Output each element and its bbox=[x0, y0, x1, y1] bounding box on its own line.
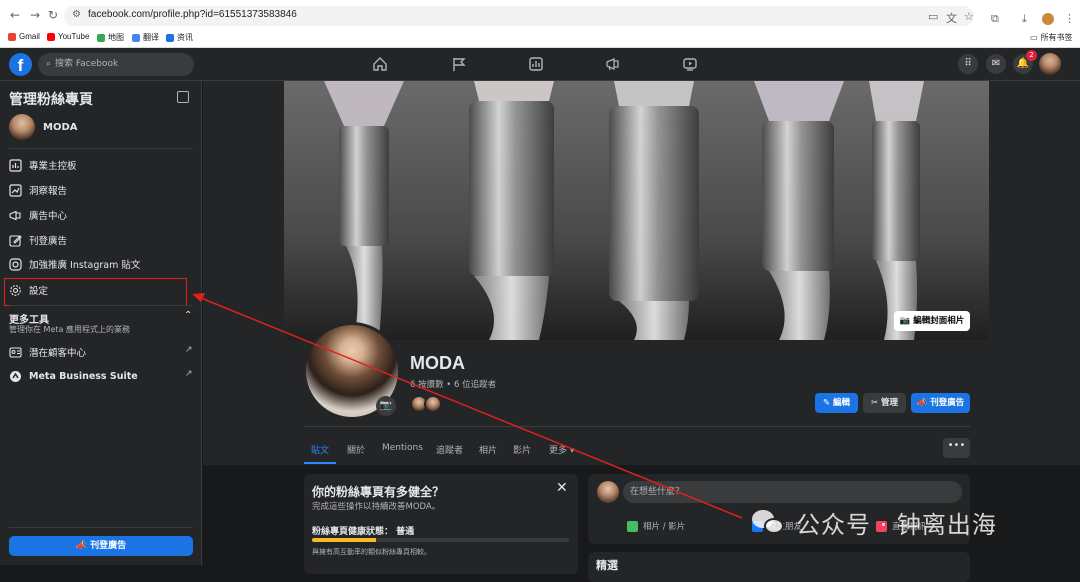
annotation-arrow bbox=[192, 293, 743, 519]
